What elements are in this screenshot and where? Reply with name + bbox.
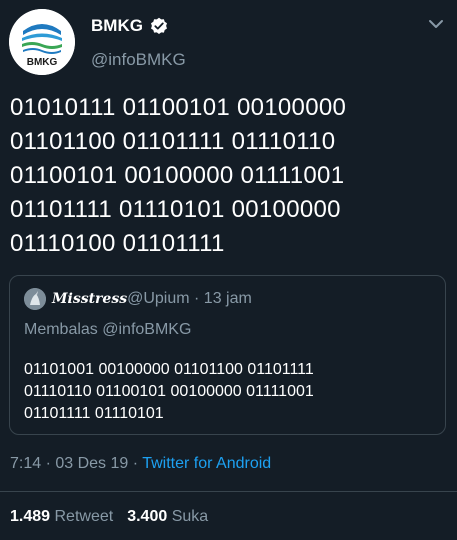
author-name-row: BMKG bbox=[91, 15, 168, 37]
quoted-reply-to: Membalas @infoBMKG bbox=[24, 321, 192, 338]
quoted-tweet-time: 13 jam bbox=[203, 290, 252, 307]
avatar-logo-text: BMKG bbox=[27, 57, 58, 68]
tweet-detail: BMKG BMKG @infoBMKG 01010111 01100101 00… bbox=[0, 0, 457, 540]
quoted-author-avatar bbox=[24, 288, 46, 310]
header-separator: · bbox=[189, 290, 204, 307]
tweet-stats: 1.489 Retweet 3.400 Suka bbox=[10, 508, 208, 526]
author-handle[interactable]: @infoBMKG bbox=[91, 50, 186, 70]
author-avatar[interactable]: BMKG bbox=[9, 9, 75, 75]
like-count: 3.400 bbox=[127, 508, 168, 525]
chevron-down-icon[interactable] bbox=[427, 15, 445, 33]
divider bbox=[0, 491, 457, 492]
author-display-name[interactable]: BMKG bbox=[91, 16, 143, 36]
tweet-source-link[interactable]: Twitter for Android bbox=[142, 455, 271, 472]
meta-separator: · bbox=[41, 455, 56, 472]
like-stat[interactable]: 3.400 Suka bbox=[127, 508, 208, 525]
bmkg-logo-icon: BMKG bbox=[9, 9, 75, 75]
quoted-tweet-header: Misstress@Upium · 13 jam bbox=[52, 289, 252, 309]
retweet-label: Retweet bbox=[54, 508, 114, 525]
tweet-text: 01010111 01100101 00100000 01101100 0110… bbox=[10, 94, 347, 257]
quoted-author-name: Misstress bbox=[52, 291, 128, 307]
quoted-tweet[interactable]: Misstress@Upium · 13 jam Membalas @infoB… bbox=[9, 275, 446, 435]
quoted-tweet-text: 01101001 00100000 01101100 01101111 0111… bbox=[24, 361, 314, 422]
retweet-count: 1.489 bbox=[10, 508, 51, 525]
meta-separator-2: · bbox=[128, 455, 143, 472]
tweet-time: 7:14 bbox=[10, 455, 42, 472]
retweet-stat[interactable]: 1.489 Retweet bbox=[10, 508, 113, 525]
tweet-meta: 7:14 · 03 Des 19 · Twitter for Android bbox=[10, 455, 271, 473]
quoted-author-handle: @Upium bbox=[127, 290, 190, 307]
like-label: Suka bbox=[171, 508, 209, 525]
verified-badge-icon bbox=[150, 17, 168, 35]
tweet-date: 03 Des 19 bbox=[55, 455, 129, 472]
